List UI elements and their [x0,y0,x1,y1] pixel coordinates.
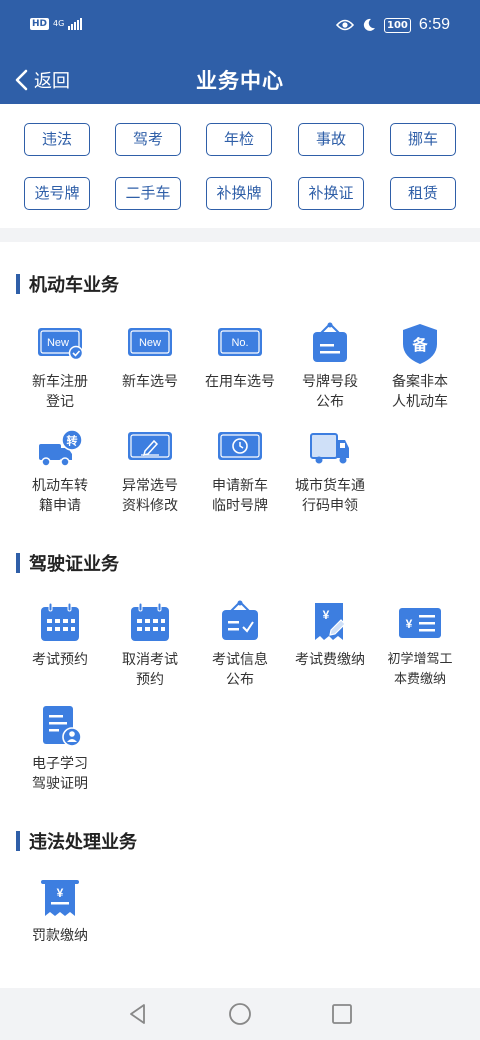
icon-text: ¥ [323,608,330,622]
receipt-yen-pen-icon: ¥ [315,603,346,640]
tile-exam-info-publication[interactable]: 考试信息 公布 [195,600,285,690]
quick-button-replace-plate[interactable]: 补换牌 [206,177,272,210]
calendar-icon [131,602,169,641]
plate-no-icon: No. [218,328,262,356]
icon-text: ¥ [406,617,413,631]
tile-plate-number-range[interactable]: 号牌号段 公布 [285,322,375,412]
tile-e-learning-certificate[interactable]: 电子学习 驾驶证明 [15,704,105,794]
quick-button-violation[interactable]: 违法 [24,123,90,156]
back-triangle-icon[interactable] [126,1002,150,1026]
network-type: 4G [53,19,65,28]
page-title: 业务中心 [196,69,284,93]
system-nav-bar [0,988,480,1040]
tile-label: 机动车转 籍申请 [32,478,88,514]
tile-label: 备案非本 人机动车 [392,374,448,410]
status-bar: HD 4G 100 6:59 [0,0,480,56]
quick-button-used-car[interactable]: 二手车 [115,177,181,210]
recents-square-icon[interactable] [330,1002,354,1026]
nav-bar: 返回 业务中心 [0,56,480,104]
status-right: 100 6:59 [335,16,450,34]
icon-text: 转 [67,434,78,448]
tile-label: 初学增驾工 本费缴纳 [387,652,453,687]
icon-text: 备 [411,336,428,354]
section-title-text: 驾驶证业务 [29,554,119,575]
business-content: 机动车业务 New 新车注册 登记 New 新车选号 No. 在用车选号 号牌号… [0,242,480,988]
document-person-icon [43,706,82,747]
tile-label: 异常选号 资料修改 [122,478,178,514]
tile-label: 新车注册 登记 [32,374,88,410]
section-accent-bar [16,831,20,851]
tile-label: 新车选号 [122,374,178,390]
truck-transfer-icon: 转 [39,429,83,467]
section-title-vehicle: 机动车业务 [16,271,119,297]
quick-button-annual-inspection[interactable]: 年检 [206,123,272,156]
tile-exam-fee-payment[interactable]: ¥ 考试费缴纳 [285,600,375,670]
icon-text: New [139,337,161,349]
section-accent-bar [16,274,20,294]
tile-register-non-owner-vehicle[interactable]: 备 备案非本 人机动车 [375,322,465,412]
tile-label: 申请新车 临时号牌 [212,478,268,514]
quick-button-replace-license[interactable]: 补换证 [298,177,364,210]
quick-button-driving-test[interactable]: 驾考 [115,123,181,156]
tile-label: 城市货车通 行码申领 [295,478,365,514]
tile-new-car-number-selection[interactable]: New 新车选号 [105,322,195,392]
tile-label: 电子学习 驾驶证明 [32,756,88,792]
section-title-license: 驾驶证业务 [16,550,119,576]
board-check-icon [222,600,258,640]
quick-button-accident[interactable]: 事故 [298,123,364,156]
status-left: HD 4G [30,18,83,30]
tile-new-car-registration[interactable]: New 新车注册 登记 [15,322,105,412]
tile-label: 考试信息 公布 [212,652,268,688]
calendar-icon [41,602,79,641]
shield-bei-icon: 备 [403,324,437,364]
plate-clock-icon [218,432,262,460]
section-title-text: 违法处理业务 [29,832,137,853]
moon-icon [363,18,375,31]
tile-truck-pass-code[interactable]: 城市货车通 行码申领 [285,426,375,516]
tile-cancel-exam-booking[interactable]: 取消考试 预约 [105,600,195,690]
van-icon [310,433,349,464]
section-title-text: 机动车业务 [29,275,119,296]
home-circle-icon[interactable] [228,1002,252,1026]
hd-badge: HD [30,18,50,30]
plate-new-icon: New [128,328,172,356]
signal-icon [68,18,83,30]
receipt-yen-icon: ¥ [41,880,79,916]
tile-in-use-car-number-selection[interactable]: No. 在用车选号 [195,322,285,392]
tile-temporary-plate[interactable]: 申请新车 临时号牌 [195,426,285,516]
tile-vehicle-transfer[interactable]: 转 机动车转 籍申请 [15,426,105,516]
quick-button-rental[interactable]: 租赁 [390,177,456,210]
icon-text: No. [231,337,248,349]
tile-label: 考试费缴纳 [295,652,365,668]
tile-label: 在用车选号 [205,374,275,390]
tile-label: 罚款缴纳 [32,928,88,944]
quick-button-select-plate[interactable]: 选号牌 [24,177,90,210]
tile-abnormal-selection-edit[interactable]: 异常选号 资料修改 [105,426,195,516]
battery-icon: 100 [383,17,411,33]
tile-beginner-license-fee[interactable]: ¥ 初学增驾工 本费缴纳 [375,600,465,690]
quick-filter-panel: 违法 驾考 年检 事故 挪车 选号牌 二手车 补换牌 补换证 租赁 [0,104,480,228]
tile-label: 考试预约 [32,652,88,668]
quick-button-move-car[interactable]: 挪车 [390,123,456,156]
plate-edit-icon [128,432,172,460]
section-accent-bar [16,553,20,573]
tile-fine-payment[interactable]: ¥ 罚款缴纳 [15,876,105,946]
hanging-sign-icon [313,322,347,362]
eye-icon [335,19,354,31]
icon-text: ¥ [57,886,64,900]
tile-exam-booking[interactable]: 考试预约 [15,600,105,670]
clock: 6:59 [418,16,450,33]
tile-label: 号牌号段 公布 [302,374,358,410]
plate-new-check-icon: New [38,328,84,361]
card-yen-icon: ¥ [399,608,441,638]
section-title-violation: 违法处理业务 [16,828,137,854]
tile-label: 取消考试 预约 [122,652,178,688]
icon-text: New [47,337,69,349]
